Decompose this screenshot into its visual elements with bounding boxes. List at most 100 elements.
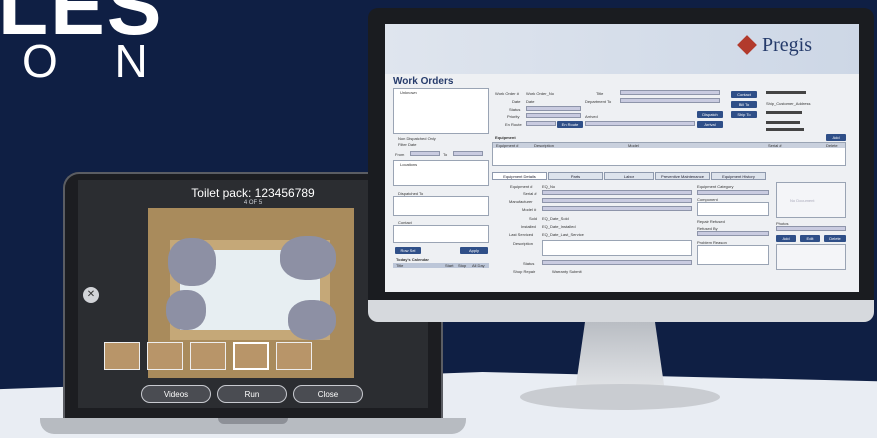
photos-select[interactable] xyxy=(776,226,846,231)
close-button[interactable]: Close xyxy=(293,385,363,403)
calendar-col-start: Start xyxy=(445,263,454,268)
ship-to-button[interactable]: Ship To xyxy=(731,111,757,118)
col-delete: Delete xyxy=(826,143,838,148)
dispatch-button[interactable]: Dispatch xyxy=(697,111,723,118)
description-textarea[interactable] xyxy=(542,240,692,256)
last-serviced-label: Last Serviced xyxy=(509,232,534,237)
title-label: Title xyxy=(596,91,604,96)
photo-thumbnail[interactable] xyxy=(276,342,312,370)
manufacturer-input[interactable] xyxy=(542,198,692,203)
serial-input[interactable] xyxy=(542,190,692,195)
col-model: Model xyxy=(628,143,639,148)
status-detail-select[interactable] xyxy=(542,260,692,265)
contact-button[interactable]: Contact xyxy=(731,91,757,98)
title-input[interactable] xyxy=(620,90,720,95)
en-route-button[interactable]: En Route xyxy=(557,121,583,128)
packing-material xyxy=(280,236,336,280)
add-equipment-button[interactable]: Add xyxy=(826,134,846,141)
ship-address: Ship_Customer_Address xyxy=(766,101,811,106)
row-sel-button[interactable]: Row Sel xyxy=(395,247,421,254)
tab-labor[interactable]: Labor xyxy=(604,172,654,180)
no-document-label: No Document xyxy=(790,198,815,203)
work-order-label: Work Order # xyxy=(495,91,519,96)
manufacturer-label: Manufacturer xyxy=(509,199,533,204)
photo-thumbnail[interactable] xyxy=(147,342,183,370)
serial-label: Serial # xyxy=(523,191,537,196)
tab-equipment-history[interactable]: Equipment History xyxy=(711,172,766,180)
calendar-col-allday: All Day xyxy=(472,263,485,268)
to-label: To xyxy=(443,152,448,157)
page-title: Work Orders xyxy=(393,76,454,87)
contact-list[interactable] xyxy=(393,225,489,243)
photo-preview-2 xyxy=(776,244,846,270)
model-input[interactable] xyxy=(542,206,692,211)
work-order-value: Work Order_No xyxy=(526,91,554,96)
equipment-category-select[interactable] xyxy=(697,190,769,195)
installed-value: EQ_Date_Installed xyxy=(542,224,576,229)
problem-reason-textarea[interactable] xyxy=(697,245,769,265)
department-to-label: Department To xyxy=(585,99,612,104)
date-label: Date xyxy=(512,99,521,104)
priority-label: Priority xyxy=(507,114,520,119)
photo-edit-button[interactable]: Edit xyxy=(800,235,820,242)
shop-repair-label: Shop Repair xyxy=(513,269,536,274)
en-route-label: En Route xyxy=(505,122,522,127)
apply-button[interactable]: Apply xyxy=(460,247,488,254)
equipment-label: Equipment # xyxy=(510,184,533,189)
run-button[interactable]: Run xyxy=(217,385,287,403)
redacted-text xyxy=(766,91,806,94)
dispatched-to-list[interactable] xyxy=(393,196,489,216)
photo-thumbnail[interactable] xyxy=(190,342,226,370)
monitor-chin xyxy=(368,300,874,322)
date-value: Date xyxy=(526,99,535,104)
filter-date-label: Filter Date xyxy=(398,142,417,147)
arrived-input[interactable] xyxy=(585,121,695,126)
unknown-label: Unknown xyxy=(400,90,417,95)
col-description: Description xyxy=(534,143,555,148)
repair-refused-label: Repair Refused xyxy=(697,219,725,224)
laptop-notch xyxy=(218,418,288,424)
equipment-title: Equipment xyxy=(495,135,516,140)
en-route-input[interactable] xyxy=(526,121,556,126)
arrived-label: Arrived xyxy=(585,114,598,119)
col-equipment: Equipment # xyxy=(496,143,519,148)
warranty-submit-label: Warranty Submit xyxy=(552,269,582,274)
videos-button[interactable]: Videos xyxy=(141,385,211,403)
tab-equipment-details[interactable]: Equipment Details xyxy=(492,172,547,180)
monitor-foot xyxy=(520,384,720,410)
non-dispatched-label: Non Dispatched Only xyxy=(398,136,436,141)
tab-preventive-maintenance[interactable]: Preventive Maintenance xyxy=(655,172,710,180)
photo-add-button[interactable]: Add xyxy=(776,235,796,242)
sold-label: Sold xyxy=(529,216,538,221)
photo-thumbnail[interactable] xyxy=(104,342,140,370)
close-photo-icon[interactable]: ✕ xyxy=(83,287,99,303)
model-label: Model # xyxy=(522,207,537,212)
status-label: Status xyxy=(509,107,521,112)
last-serviced-value: EQ_Date_Last_Service xyxy=(542,232,584,237)
locations-label: Locations xyxy=(400,162,418,167)
brand-name: Pregis xyxy=(762,34,812,56)
redacted-text xyxy=(766,111,802,114)
packing-material xyxy=(288,300,336,340)
status-detail-label: Status xyxy=(523,261,535,266)
refused-by-input[interactable] xyxy=(697,231,769,236)
photo-thumbnail-selected[interactable] xyxy=(233,342,269,370)
installed-label: Installed xyxy=(521,224,536,229)
equipment-value: EQ_No xyxy=(542,184,556,189)
redacted-text xyxy=(766,121,800,124)
status-select[interactable] xyxy=(526,106,581,111)
bill-to-button[interactable]: Bill To xyxy=(731,101,757,108)
department-to-input[interactable] xyxy=(620,98,720,103)
tab-parts[interactable]: Parts xyxy=(548,172,603,180)
equipment-category-label: Equipment Category xyxy=(697,184,734,189)
priority-select[interactable] xyxy=(526,113,581,118)
to-date-input[interactable] xyxy=(453,151,483,156)
arrival-button[interactable]: Arrival xyxy=(697,121,723,128)
from-date-input[interactable] xyxy=(410,151,440,156)
from-label: From xyxy=(395,152,405,157)
packing-material xyxy=(168,238,216,286)
calendar-col-title: Title xyxy=(396,263,404,268)
packing-material xyxy=(166,290,206,330)
photo-delete-button[interactable]: Delete xyxy=(824,235,846,242)
component-list[interactable] xyxy=(697,202,769,216)
